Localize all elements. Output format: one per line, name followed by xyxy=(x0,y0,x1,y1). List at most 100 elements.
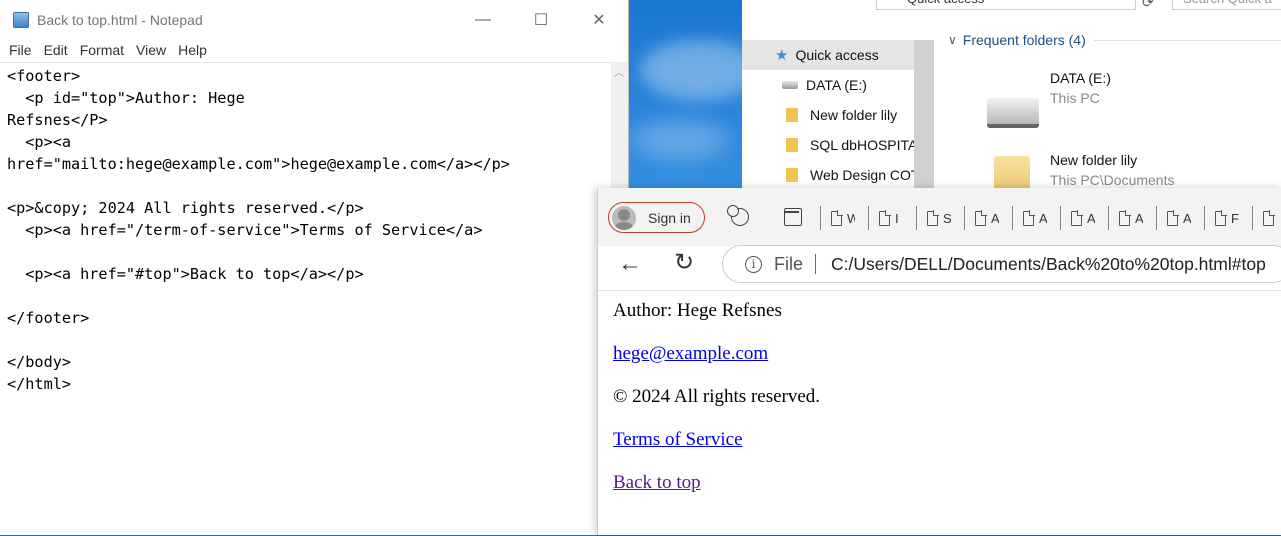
tab-bar: Sign in W I S A A A A A F xyxy=(598,188,1281,246)
page-icon xyxy=(1071,209,1083,226)
content-pane: ∨ Frequent folders (4) DATA (E:) This PC… xyxy=(942,28,1281,196)
nav-item-label: DATA (E:) xyxy=(806,77,867,93)
url-separator xyxy=(815,254,817,274)
tab-strip: W I S A A A A A F xyxy=(820,206,1281,230)
menu-format[interactable]: Format xyxy=(80,42,124,58)
browser-tab[interactable]: S xyxy=(916,206,964,230)
tab-title: A xyxy=(1087,210,1095,226)
tab-title: F xyxy=(1231,210,1239,226)
back-to-top-paragraph: Back to top xyxy=(613,472,701,494)
back-to-top-link[interactable]: Back to top xyxy=(613,472,701,493)
browser-tab[interactable]: A xyxy=(1012,206,1060,230)
browser-toolbar: ← ↻ i File C:/Users/DELL/Documents/Back%… xyxy=(598,245,1281,291)
tab-title: I xyxy=(895,210,899,226)
tile-location: This PC\Documents xyxy=(1050,172,1175,188)
group-title: Frequent folders (4) xyxy=(962,32,1086,48)
tile-location: This PC xyxy=(1050,90,1100,106)
search-input[interactable]: Search Quick a xyxy=(1172,0,1281,10)
file-explorer-window: ⟳ Quick access Search Quick a ★ Quick ac… xyxy=(742,0,1281,196)
browser-tab[interactable]: A xyxy=(964,206,1012,230)
back-arrow-icon[interactable]: ← xyxy=(618,250,642,278)
star-icon: ★ xyxy=(775,47,789,64)
title-bar[interactable]: Back to top.html - Notepad — ☐ ✕ xyxy=(0,0,628,39)
nav-item-new-folder-lily[interactable]: New folder lily xyxy=(742,100,934,130)
close-button[interactable]: ✕ xyxy=(570,0,628,39)
profile-avatar-icon xyxy=(612,205,636,230)
tile-name: New folder lily xyxy=(1050,152,1138,168)
refresh-icon[interactable]: ↻ xyxy=(674,248,694,277)
page-icon xyxy=(1167,209,1179,226)
url-scheme: File xyxy=(774,253,804,274)
menu-view[interactable]: View xyxy=(136,42,166,58)
menu-edit[interactable]: Edit xyxy=(44,42,68,58)
sign-in-label: Sign in xyxy=(648,209,691,226)
page-icon xyxy=(1119,209,1131,226)
nav-item-web-design[interactable]: Web Design COT xyxy=(742,160,934,190)
navigation-pane: ★ Quick access DATA (E:) New folder lily… xyxy=(742,40,934,188)
terms-paragraph: Terms of Service xyxy=(613,429,743,451)
page-icon xyxy=(1023,209,1035,226)
nav-item-quick-access[interactable]: ★ Quick access xyxy=(742,40,934,70)
folder-icon xyxy=(786,138,798,152)
refresh-icon[interactable]: ⟳ xyxy=(1142,0,1154,11)
window-title: Back to top.html - Notepad xyxy=(37,11,203,28)
email-paragraph: hege@example.com xyxy=(613,343,768,365)
page-icon xyxy=(831,209,843,226)
nav-item-label: New folder lily xyxy=(810,107,898,123)
tab-title: W xyxy=(847,210,855,226)
address-bar[interactable]: Quick access xyxy=(876,0,1136,10)
browser-tab[interactable]: A xyxy=(1060,206,1108,230)
folder-icon xyxy=(786,168,798,182)
browser-tab[interactable]: A xyxy=(1108,206,1156,230)
notepad-window: Back to top.html - Notepad — ☐ ✕ File Ed… xyxy=(0,0,629,535)
drive-icon xyxy=(987,98,1039,128)
group-divider xyxy=(1093,39,1281,41)
tab-title: A xyxy=(1183,210,1191,226)
page-icon xyxy=(1215,209,1227,226)
scroll-up-icon[interactable]: ︿ xyxy=(614,64,624,79)
tab-title: A xyxy=(1135,210,1143,226)
info-icon[interactable]: i xyxy=(745,255,762,273)
page-icon xyxy=(879,209,891,226)
browser-tab[interactable]: W xyxy=(820,206,868,230)
menu-file[interactable]: File xyxy=(9,42,32,58)
terms-of-service-link[interactable]: Terms of Service xyxy=(613,429,743,450)
page-content: Author: Hege Refsnes hege@example.com © … xyxy=(598,290,1281,535)
nav-item-data-drive[interactable]: DATA (E:) xyxy=(742,70,934,100)
frequent-folders-group[interactable]: ∨ Frequent folders (4) xyxy=(942,32,1281,48)
menu-bar: File Edit Format View Help xyxy=(0,39,628,61)
browser-window: Sign in W I S A A A A A F ← ↻ i File C:/… xyxy=(597,188,1281,535)
page-icon xyxy=(927,209,939,226)
browser-tab[interactable]: I xyxy=(868,206,916,230)
menu-help[interactable]: Help xyxy=(178,42,207,58)
nav-item-label: Quick access xyxy=(795,47,879,63)
sign-in-button[interactable]: Sign in xyxy=(608,202,705,233)
browser-tab[interactable] xyxy=(1252,206,1281,230)
tab-title: S xyxy=(943,210,951,226)
email-link[interactable]: hege@example.com xyxy=(613,343,768,364)
copyright-paragraph: © 2024 All rights reserved. xyxy=(613,386,821,407)
browser-tab[interactable]: F xyxy=(1204,206,1252,230)
tile-name: DATA (E:) xyxy=(1050,70,1111,86)
nav-item-sql-db[interactable]: SQL dbHOSPITA xyxy=(742,130,934,160)
tile-data-drive[interactable]: DATA (E:) This PC xyxy=(1050,70,1111,106)
drive-icon xyxy=(782,81,798,89)
nav-item-label: Web Design COT xyxy=(810,167,920,183)
folder-icon xyxy=(786,108,798,122)
minimize-button[interactable]: — xyxy=(454,0,512,39)
window-controls: — ☐ ✕ xyxy=(454,0,628,39)
author-paragraph: Author: Hege Refsnes xyxy=(613,300,782,321)
maximize-button[interactable]: ☐ xyxy=(512,0,570,39)
cloud xyxy=(630,120,730,160)
browser-tab[interactable]: A xyxy=(1156,206,1204,230)
tab-title: A xyxy=(991,210,999,226)
editor-content[interactable]: <footer> <p id="top">Author: Hege Refsne… xyxy=(0,63,612,395)
text-editor[interactable]: <footer> <p id="top">Author: Hege Refsne… xyxy=(0,62,612,536)
workspaces-icon[interactable] xyxy=(727,205,749,226)
chevron-down-icon: ∨ xyxy=(948,33,957,47)
address-bar[interactable]: i File C:/Users/DELL/Documents/Back%20to… xyxy=(722,245,1281,283)
tab-actions-icon[interactable] xyxy=(784,208,802,226)
tile-new-folder-lily[interactable]: New folder lily This PC\Documents xyxy=(1050,152,1174,188)
nav-scrollbar[interactable] xyxy=(914,40,934,188)
url-text[interactable]: C:/Users/DELL/Documents/Back%20to%20top.… xyxy=(831,254,1266,275)
